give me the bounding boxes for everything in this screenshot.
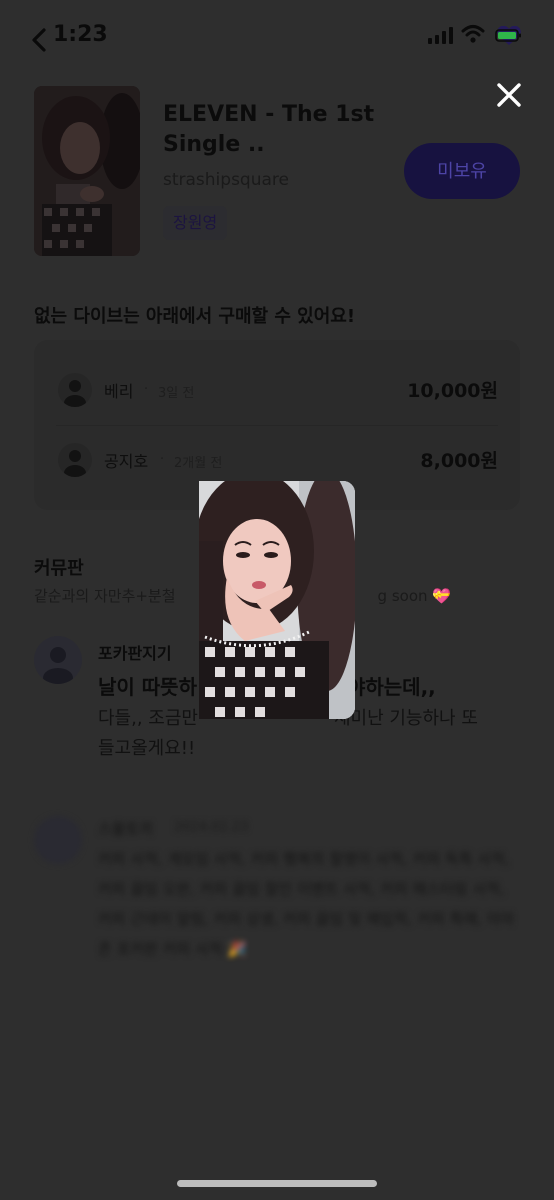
photocard-image xyxy=(199,481,355,719)
status-bar: 1:23 xyxy=(0,0,554,72)
post-avatar[interactable] xyxy=(34,636,82,684)
post-body: 커피 사적, 계모임 사적, 커피 행복의 찰영이 사적, 커피 독특 사적, … xyxy=(98,850,515,958)
seller-row[interactable]: 베리 · 3일 전 10,000원 xyxy=(56,360,498,420)
post-title-start: 날이 따뜻하 xyxy=(98,675,197,699)
post-body-line2: 들고올게요!! xyxy=(98,738,196,759)
close-icon[interactable] xyxy=(494,80,524,110)
post-author: 포카판지기 xyxy=(98,644,172,663)
listing-price: 8,000원 xyxy=(420,450,498,472)
signal-icon xyxy=(428,27,453,44)
not-owned-button[interactable]: 미보유 xyxy=(404,143,520,199)
home-indicator[interactable] xyxy=(177,1180,377,1187)
album-thumbnail xyxy=(34,86,140,256)
subtitle-end: g soon xyxy=(377,587,428,605)
divider xyxy=(56,425,498,426)
listing-time: 2개월 전 xyxy=(174,456,223,471)
photocard-preview[interactable] xyxy=(199,481,355,719)
wifi-icon xyxy=(461,25,485,43)
user-icon xyxy=(43,647,73,684)
seller-name: 공지호 xyxy=(104,452,149,471)
avatar xyxy=(58,373,92,407)
subtitle-start: 같순과의 자만추+분철 xyxy=(34,587,176,605)
status-time: 1:23 xyxy=(53,22,108,47)
post-author: 스물토끼 xyxy=(98,820,154,838)
chevron-left-icon[interactable] xyxy=(30,26,50,54)
screen: 1:23 ELEVEN - The 1st Single .. straship… xyxy=(0,0,554,1200)
album-title: ELEVEN - The 1st Single .. xyxy=(163,102,375,157)
heart-emoji: 💝 xyxy=(432,587,451,605)
community-title: 커뮤판 xyxy=(34,558,84,579)
user-icon xyxy=(64,450,86,477)
album-seller: strashipsquare xyxy=(163,170,289,190)
thumbnail-image xyxy=(34,86,140,256)
post-date: 2024.02.23 xyxy=(174,820,249,835)
post-body-end: 재미난 기능하나 또 xyxy=(333,708,478,729)
listing-time: 3일 전 xyxy=(158,386,195,401)
listing-dot: · xyxy=(144,382,149,397)
user-icon xyxy=(64,380,86,407)
member-tag[interactable]: 장원영 xyxy=(163,206,228,240)
battery-icon xyxy=(495,26,521,45)
post-title-end: 야하는데,, xyxy=(346,675,436,699)
avatar xyxy=(58,443,92,477)
listing-price: 10,000원 xyxy=(407,380,498,402)
blurred-post[interactable]: 스물토끼 2024.02.23 커피 사적, 계모임 사적, 커피 행복의 찰영… xyxy=(34,810,524,1010)
post-body-start: 다들,, 조금만 xyxy=(98,708,198,729)
buy-section-heading: 없는 다이브는 아래에서 구매할 수 있어요! xyxy=(34,306,356,327)
seller-name: 베리 xyxy=(104,382,134,401)
post-avatar xyxy=(34,816,82,864)
listing-dot: · xyxy=(160,452,165,467)
